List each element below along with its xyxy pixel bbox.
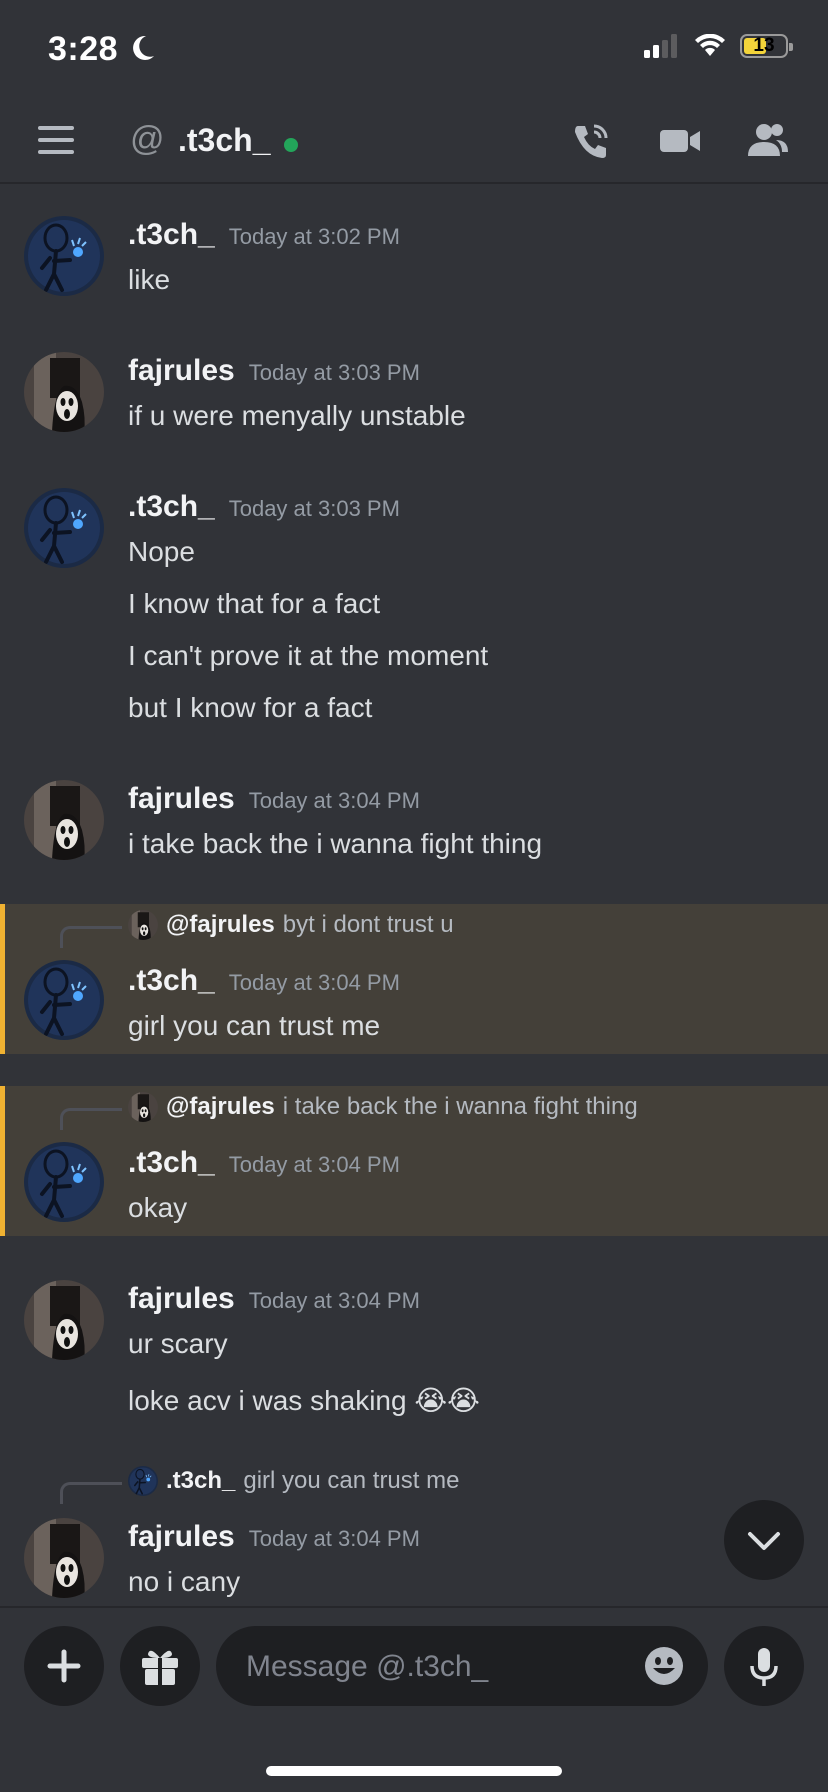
avatar[interactable] [24,1142,104,1222]
message-text: girl you can trust me [128,1010,381,1041]
message-text: but I know for a fact [128,692,373,723]
message-timestamp: Today at 3:04 PM [228,970,400,995]
message-composer [0,1606,828,1792]
reply-avatar [128,1466,158,1496]
do-not-disturb-moon-icon [133,35,154,60]
message-author[interactable]: .t3ch_ Today at 3:04 PM [128,1146,400,1180]
message-author[interactable]: .t3ch_ Today at 3:02 PM [128,218,400,252]
message-timestamp: Today at 3:04 PM [248,788,420,813]
reply-text: byt i dont trust u [282,911,454,938]
cellular-signal-icon [644,34,677,58]
message-author[interactable]: .t3ch_ Today at 3:04 PM [128,964,400,998]
chevron-down-icon [748,1532,780,1550]
reply-avatar [128,910,158,940]
reply-avatar [128,1092,158,1122]
reply-preview[interactable]: .t3ch_ girl you can trust me [128,1466,459,1496]
message-input[interactable] [244,1626,628,1708]
jump-to-present-button[interactable] [724,1500,804,1580]
message-timestamp: Today at 3:02 PM [228,224,400,249]
reply-text: i take back the i wanna fight thing [282,1093,638,1120]
message-timestamp: Today at 3:03 PM [228,496,400,521]
reply-preview[interactable]: @fajrules i take back the i wanna fight … [128,1092,638,1122]
microphone-icon [750,1648,778,1686]
message-author[interactable]: fajrules Today at 3:03 PM [128,354,420,388]
dm-recipient-name[interactable]: .t3ch_ [178,122,270,159]
add-attachment-button[interactable] [24,1626,104,1706]
reply-author: @fajrules [166,1093,275,1120]
message-text: no i cany [128,1566,241,1597]
wifi-icon [695,34,725,56]
avatar[interactable] [24,352,104,432]
reply-preview[interactable]: @fajrules byt i dont trust u [128,910,454,940]
message-text: I know that for a fact [128,588,381,619]
reply-author: .t3ch_ [166,1467,236,1494]
battery-icon: 13 [740,34,793,58]
battery-level: 13 [753,35,775,56]
message-text: i take back the i wanna fight thing [128,828,543,859]
gift-button[interactable] [120,1626,200,1706]
online-status-dot [284,138,298,152]
home-indicator[interactable] [266,1766,562,1776]
avatar[interactable] [24,960,104,1040]
message-timestamp: Today at 3:04 PM [248,1288,420,1313]
voice-call-icon[interactable] [570,120,612,162]
status-bar: 3:28 13 [0,0,828,100]
message-input-box[interactable] [216,1626,708,1708]
dm-at-icon: @ [130,120,165,158]
message-list[interactable]: .t3ch_ Today at 3:02 PM like fajrules Toda… [0,184,828,1606]
gift-icon [142,1650,178,1685]
message-text: like [128,264,171,295]
message-text: Nope [128,536,195,567]
message-author[interactable]: fajrules Today at 3:04 PM [128,1520,420,1554]
avatar[interactable] [24,488,104,568]
emoji-icon[interactable] [644,1646,684,1686]
plus-icon [47,1649,81,1683]
message-author[interactable]: fajrules Today at 3:04 PM [128,1282,420,1316]
message-text: ur scary [128,1328,228,1359]
reply-connector [60,1482,122,1504]
avatar[interactable] [24,1280,104,1360]
reply-connector [60,926,122,948]
message-text: okay [128,1192,188,1223]
message-timestamp: Today at 3:04 PM [228,1152,400,1177]
avatar[interactable] [24,780,104,860]
message-text: loke acv i was shaking 😭😭 [128,1385,480,1416]
menu-hamburger-icon[interactable] [38,126,74,154]
reply-text: girl you can trust me [243,1467,460,1494]
message-author[interactable]: .t3ch_ Today at 3:03 PM [128,490,400,524]
status-time: 3:28 [48,30,119,68]
voice-message-button[interactable] [724,1626,804,1706]
reply-author: @fajrules [166,911,275,938]
dm-header: @ .t3ch_ [0,100,828,184]
reply-connector [60,1108,122,1130]
message-text: if u were menyally unstable [128,400,466,431]
avatar[interactable] [24,1518,104,1598]
video-call-icon[interactable] [658,120,702,162]
message-author[interactable]: fajrules Today at 3:04 PM [128,782,420,816]
avatar[interactable] [24,216,104,296]
message-text: I can't prove it at the moment [128,640,489,671]
members-icon[interactable] [746,120,790,162]
message-timestamp: Today at 3:04 PM [248,1526,420,1551]
message-timestamp: Today at 3:03 PM [248,360,420,385]
